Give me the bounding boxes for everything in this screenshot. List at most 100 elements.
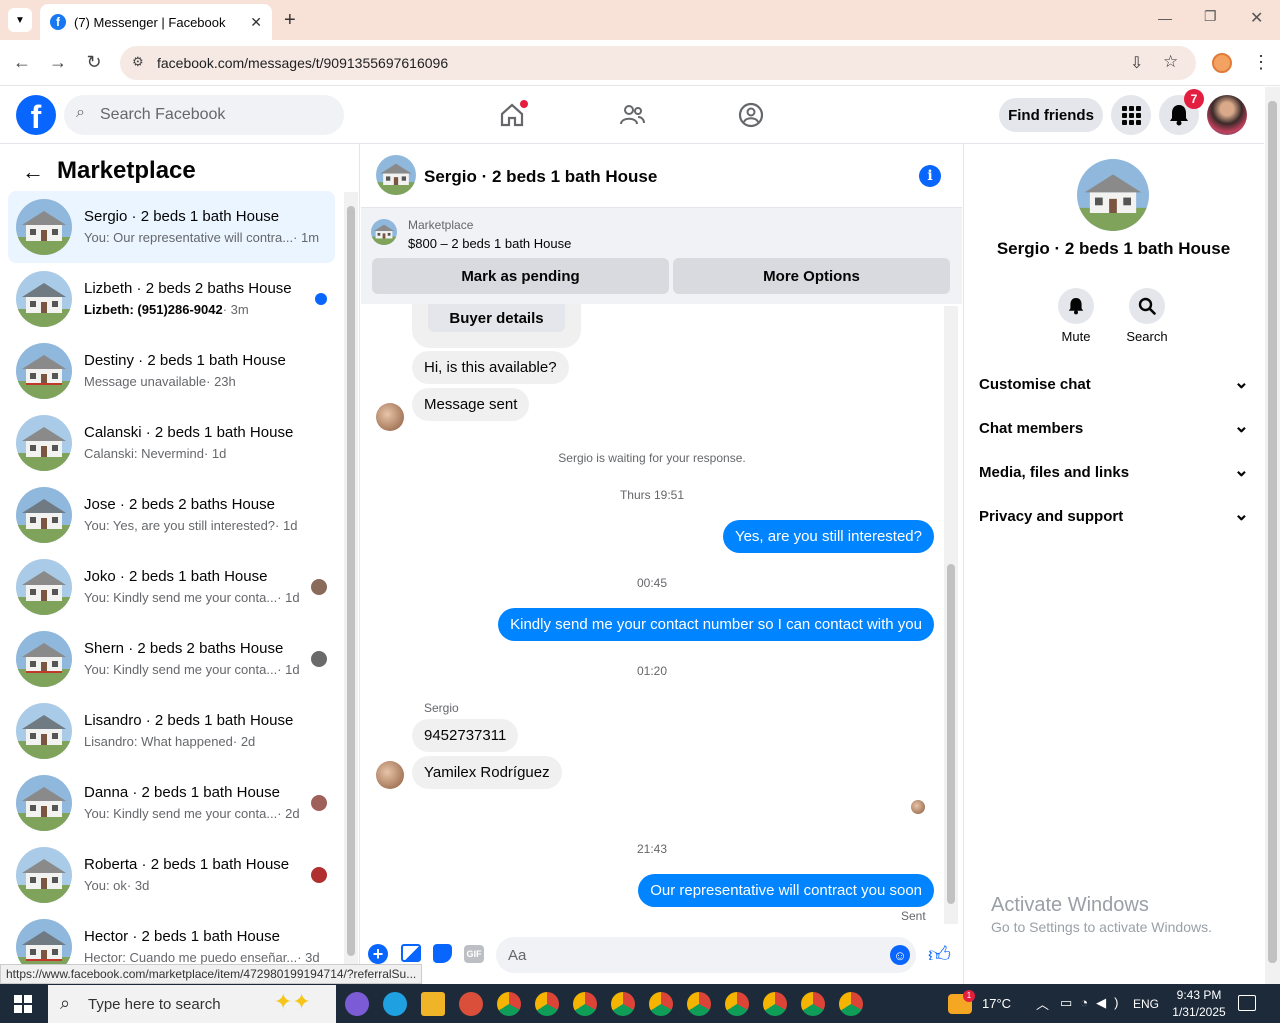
chat-title[interactable]: Sergio · 2 beds 1 bath House (424, 167, 657, 187)
gif-icon[interactable]: GIF (464, 945, 484, 963)
message-outgoing: Yes, are you still interested? (722, 520, 934, 553)
tray-chevron-icon[interactable]: ︿ (1036, 994, 1049, 1013)
chrome-icon[interactable] (497, 992, 521, 1016)
chrome-icon[interactable] (535, 992, 559, 1016)
listing-thumbnail[interactable] (371, 219, 397, 245)
conversation-item[interactable]: Lisandro · 2 beds 1 bath House Lisandro: … (8, 695, 335, 767)
listing-price[interactable]: $800 – 2 beds 1 bath House (408, 236, 571, 251)
info-icon[interactable]: i (919, 165, 941, 187)
restore-button[interactable]: ❐ (1204, 8, 1217, 25)
paint-icon[interactable] (459, 992, 483, 1016)
details-section-label: Chat members (979, 420, 1084, 437)
preview-text: You: ok (84, 878, 127, 893)
thumbs-up-icon[interactable]: 👍︎ (928, 941, 951, 968)
plus-icon[interactable]: + (368, 944, 388, 964)
conversation-item[interactable]: Destiny · 2 beds 1 bath House Message una… (8, 335, 335, 407)
message-incoming: Yamilex Rodríguez (412, 756, 562, 789)
new-tab-button[interactable]: + (284, 9, 296, 32)
profile-icon[interactable] (1212, 53, 1232, 73)
clock-time[interactable]: 9:43 PM (1170, 988, 1228, 1002)
file-explorer-icon[interactable] (421, 992, 445, 1016)
window-close-button[interactable]: ✕ (1250, 8, 1263, 28)
mark-as-pending-button[interactable]: Mark as pending (372, 258, 669, 294)
details-section-row[interactable]: Customise chat ⌄ (979, 373, 1249, 393)
buyer-details-button[interactable]: Buyer details (428, 304, 565, 332)
details-section-row[interactable]: Media, files and links ⌄ (979, 461, 1249, 481)
chrome-icon[interactable] (839, 992, 863, 1016)
forward-arrow-icon[interactable]: → (46, 52, 70, 73)
chrome-icon[interactable] (763, 992, 787, 1016)
message-input[interactable]: Aa ☺ (496, 937, 916, 973)
minimize-button[interactable]: — (1158, 10, 1172, 26)
listing-avatar (16, 703, 72, 759)
chrome-icon[interactable] (649, 992, 673, 1016)
account-avatar[interactable] (1207, 95, 1247, 135)
chrome-icon[interactable] (573, 992, 597, 1016)
temperature[interactable]: 17°C (982, 996, 1011, 1011)
conversation-preview: Calanski: Nevermind· 1d (84, 445, 319, 463)
photo-icon[interactable] (401, 944, 421, 962)
friends-icon[interactable] (618, 101, 646, 134)
page-scrollbar[interactable] (1265, 87, 1280, 984)
chat-avatar[interactable] (376, 155, 416, 195)
chrome-icon[interactable] (687, 992, 711, 1016)
sender-avatar[interactable] (376, 403, 404, 431)
chat-scrollbar[interactable] (944, 306, 958, 924)
preview-time: · 3d (297, 950, 319, 965)
reload-icon[interactable]: ↻ (82, 52, 106, 73)
edge-icon[interactable] (383, 992, 407, 1016)
notification-center-icon[interactable] (1238, 995, 1256, 1011)
notification-badge: 7 (1184, 89, 1204, 109)
conversation-item[interactable]: Jose · 2 beds 2 baths House You: Yes, are… (8, 479, 335, 551)
sidebar-scrollbar[interactable] (344, 192, 358, 964)
preview-time: · 3m (222, 302, 249, 317)
details-section-label: Customise chat (979, 376, 1091, 393)
tray-icons[interactable]: ▭◔◀) (1060, 995, 1126, 1011)
sender-avatar[interactable] (376, 761, 404, 789)
install-app-icon[interactable]: ⇩ (1130, 53, 1143, 73)
chat-header: Sergio · 2 beds 1 bath House i (361, 144, 962, 208)
conversation-item[interactable]: Roberta · 2 beds 1 bath House You: ok· 3d (8, 839, 335, 911)
find-friends-button[interactable]: Find friends (999, 98, 1103, 132)
conversation-item[interactable]: Shern · 2 beds 2 baths House You: Kindly … (8, 623, 335, 695)
browser-tab-active[interactable]: f (7) Messenger | Facebook ✕ (40, 4, 272, 40)
details-section-row[interactable]: Chat members ⌄ (979, 417, 1249, 437)
home-icon[interactable] (498, 100, 528, 129)
tab-close-icon[interactable]: ✕ (250, 14, 262, 31)
conversation-item[interactable]: Calanski · 2 beds 1 bath House Calanski: … (8, 407, 335, 479)
site-info-icon[interactable]: ⚙ (132, 54, 144, 70)
emoji-icon[interactable]: ☺ (890, 945, 910, 965)
chrome-icon[interactable] (725, 992, 749, 1016)
copilot-icon[interactable] (345, 992, 369, 1016)
browser-menu-icon[interactable]: ⋮ (1252, 52, 1270, 73)
details-section-row[interactable]: Privacy and support ⌄ (979, 505, 1249, 525)
clock-date[interactable]: 1/31/2025 (1166, 1005, 1232, 1019)
address-bar[interactable]: ⚙ facebook.com/messages/t/90913556976160… (120, 46, 1196, 80)
facebook-logo-icon[interactable]: f (16, 95, 56, 135)
conversation-name: Destiny · 2 beds 1 bath House (84, 352, 286, 369)
search-in-chat-button[interactable] (1129, 288, 1165, 324)
taskbar-search-box[interactable]: ⌕ Type here to search ✦✦ (48, 985, 336, 1023)
back-arrow-icon[interactable]: ← (10, 52, 34, 73)
conversation-item[interactable]: Sergio · 2 beds 1 bath House You: Our rep… (8, 191, 335, 263)
conversation-name: Jose · 2 beds 2 baths House (84, 496, 275, 513)
bookmark-star-icon[interactable]: ☆ (1163, 52, 1178, 72)
conversation-item[interactable]: Joko · 2 beds 1 bath House You: Kindly se… (8, 551, 335, 623)
details-avatar[interactable] (1077, 159, 1149, 231)
windows-start-icon[interactable] (14, 995, 32, 1013)
conversation-item[interactable]: Lizbeth · 2 beds 2 baths House Lizbeth: (… (8, 263, 335, 335)
groups-icon[interactable] (737, 101, 765, 134)
conversation-item[interactable]: Danna · 2 beds 1 bath House You: Kindly s… (8, 767, 335, 839)
menu-grid-button[interactable] (1111, 95, 1151, 135)
chrome-icon[interactable] (801, 992, 825, 1016)
preview-text: You: Yes, are you still interested? (84, 518, 276, 533)
chrome-icon[interactable] (611, 992, 635, 1016)
timestamp: 21:43 (636, 842, 668, 856)
search-input[interactable]: ⌕ Search Facebook (64, 95, 344, 135)
conversation-text: Joko · 2 beds 1 bath House You: Kindly se… (84, 567, 319, 607)
mute-button[interactable] (1058, 288, 1094, 324)
more-options-button[interactable]: More Options (673, 258, 950, 294)
tab-search-button[interactable]: ▼ (8, 8, 32, 32)
language-indicator[interactable]: ENG (1133, 997, 1159, 1011)
back-arrow-icon[interactable]: ← (22, 159, 44, 185)
